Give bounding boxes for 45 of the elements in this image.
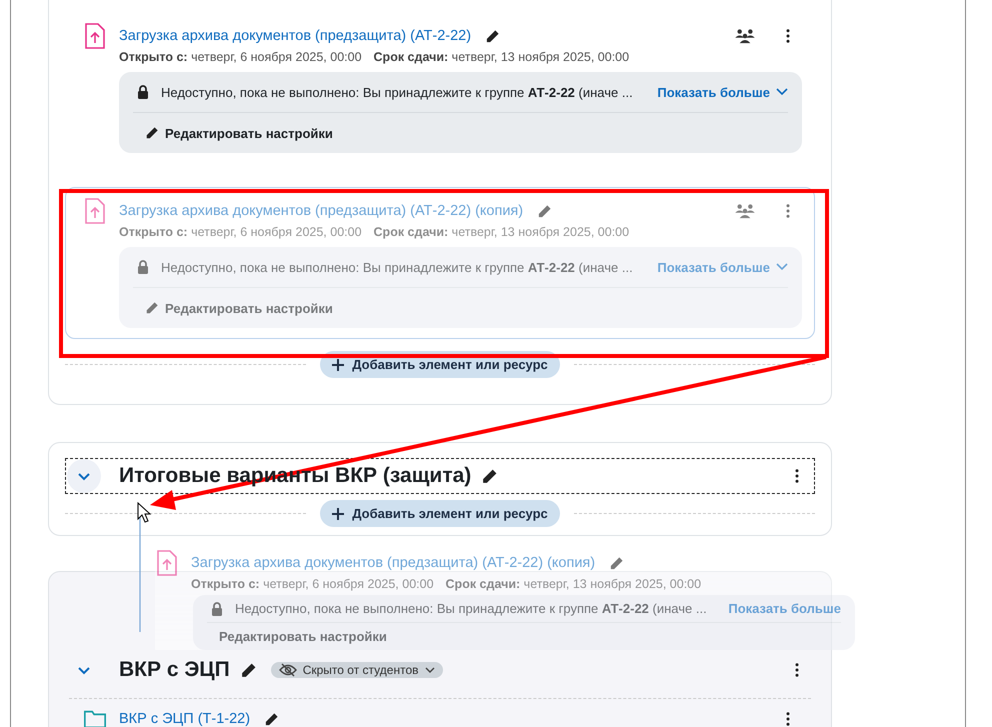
pencil-icon[interactable] <box>240 662 257 678</box>
lock-icon <box>137 260 149 274</box>
group-icon[interactable] <box>734 28 756 44</box>
due-date: Срок сдачи: четверг, 13 ноября 2025, 00:00 <box>374 50 630 64</box>
file-upload-icon <box>83 22 107 50</box>
activity-link[interactable]: ВКР с ЭЦП (Т-1-22) <box>119 711 250 727</box>
more-menu-icon[interactable] <box>795 663 799 677</box>
plus-icon <box>332 508 344 520</box>
restriction-text: Недоступно, пока не выполнено: Вы принадлежите к группе АТ-2-22 (иначе ... <box>161 84 634 100</box>
section-title: ВКР с ЭЦП <box>119 658 230 682</box>
show-more-link[interactable]: Показать больше <box>728 601 841 616</box>
activity-link[interactable]: Загрузка архива документов (предзащита) (АТ-2-22) (копия) <box>119 203 524 219</box>
open-date: Открыто с: четверг, 6 ноября 2025, 00:00 <box>119 50 362 64</box>
plus-icon <box>332 358 344 370</box>
open-date: Открыто с: четверг, 6 ноября 2025, 00:00 <box>119 225 362 239</box>
pencil-icon <box>145 301 159 315</box>
lock-icon <box>137 85 149 99</box>
collapse-button[interactable] <box>67 459 101 493</box>
edit-settings-link[interactable]: Редактировать настройки <box>145 300 333 316</box>
pencil-icon[interactable] <box>481 468 498 484</box>
edit-settings-link[interactable]: Редактировать настройки <box>219 629 387 644</box>
chevron-icon <box>776 88 788 96</box>
due-date: Срок сдачи: четверг, 13 ноября 2025, 00:00 <box>374 225 630 239</box>
pencil-icon[interactable] <box>485 28 500 44</box>
show-more-link[interactable]: Показать больше <box>657 84 788 100</box>
chevron-icon <box>776 263 788 271</box>
activity-link[interactable]: Загрузка архива документов (предзащита) (АТ-2-22) (копия) <box>191 555 596 571</box>
activity-link[interactable]: Загрузка архива документов (предзащита) (АТ-2-22) <box>119 28 472 44</box>
restriction-text: Недоступно, пока не выполнено: Вы принадлежите к группе АТ-2-22 (иначе ... <box>161 260 634 274</box>
pencil-icon <box>145 126 159 140</box>
more-menu-icon[interactable] <box>795 469 799 483</box>
more-menu-icon[interactable] <box>786 29 790 43</box>
file-upload-icon <box>83 197 107 225</box>
file-upload-icon <box>155 549 179 577</box>
edit-settings-link[interactable]: Редактировать настройки <box>145 126 333 140</box>
cursor-icon <box>138 502 152 523</box>
show-more-link[interactable]: Показать больше <box>657 260 788 274</box>
pencil-icon[interactable] <box>264 712 280 726</box>
due-date: Срок сдачи: четверг, 13 ноября 2025, 00:00 <box>446 577 702 591</box>
open-date: Открыто с: четверг, 6 ноября 2025, 00:00 <box>191 577 434 591</box>
add-activity-button[interactable]: Добавить элемент или ресурс <box>320 500 560 527</box>
hidden-badge[interactable]: Скрыто от студентов <box>270 662 442 678</box>
lock-icon <box>211 602 223 616</box>
more-menu-icon[interactable] <box>786 712 790 726</box>
restriction-text: Недоступно, пока не выполнено: Вы принадлежите к группе АТ-2-22 (иначе ... <box>235 601 708 616</box>
